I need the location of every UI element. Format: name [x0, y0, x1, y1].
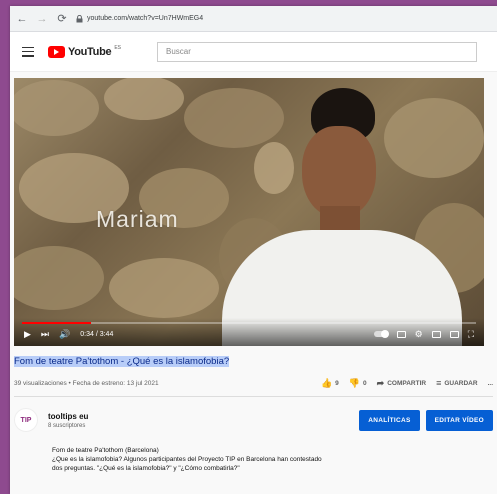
- share-arrow-icon: ➦: [376, 377, 385, 388]
- logo-region: ES: [114, 44, 121, 51]
- channel-info: tooltips eu 8 suscriptores: [48, 412, 88, 429]
- channel-avatar[interactable]: TIP: [14, 408, 38, 432]
- play-icon[interactable]: ▶: [24, 329, 31, 339]
- like-button[interactable]: 👍 9: [321, 378, 339, 389]
- play-logo-icon: [48, 45, 65, 58]
- analytics-button[interactable]: ANALÍTICAS: [359, 409, 420, 431]
- channel-name[interactable]: tooltips eu: [48, 412, 88, 421]
- miniplayer-icon[interactable]: [431, 330, 441, 338]
- save-button[interactable]: ≡ GUARDAR: [436, 378, 478, 388]
- back-icon[interactable]: ←: [16, 13, 28, 25]
- next-icon[interactable]: ⏭: [41, 329, 49, 339]
- video-player[interactable]: Mariam ▶ ⏭ 🔊 0:34 / 3:44 ⚙ ⛶: [14, 78, 484, 346]
- youtube-header: YouTube ES Buscar: [10, 32, 497, 72]
- settings-gear-icon[interactable]: ⚙: [415, 329, 423, 339]
- menu-icon[interactable]: [22, 46, 34, 57]
- save-label: GUARDAR: [444, 379, 478, 387]
- video-actions: 👍 9 👎 0 ➦ COMPARTIR ≡ GUARDAR ...: [321, 378, 493, 389]
- controls-right: ⚙ ⛶: [373, 329, 474, 339]
- video-title: Fom de teatre Pa'tothom - ¿Qué es la isl…: [14, 356, 230, 367]
- address-bar[interactable]: youtube.com/watch?v=Un7HWmEG4: [76, 10, 491, 28]
- channel-logo-text: TIP: [20, 416, 32, 424]
- subtitles-icon[interactable]: [396, 330, 406, 338]
- thumbs-down-icon: 👎: [348, 377, 361, 388]
- dislike-count: 0: [363, 379, 367, 387]
- share-button[interactable]: ➦ COMPARTIR: [377, 378, 426, 389]
- description-line: dos preguntas. "¿Qué es la islamofobia?"…: [52, 465, 240, 472]
- like-count: 9: [335, 379, 339, 387]
- edit-video-button[interactable]: EDITAR VÍDEO: [425, 409, 493, 431]
- description-line: Fom de teatre Pa'tothom (Barcelona): [52, 447, 159, 454]
- forward-icon[interactable]: →: [36, 13, 48, 25]
- logo-text: YouTube: [68, 45, 112, 58]
- autoplay-toggle-icon[interactable]: [373, 330, 389, 338]
- fullscreen-icon[interactable]: ⛶: [468, 329, 474, 339]
- description-line: ¿Que es la islamofobia? Algunos particip…: [52, 456, 322, 463]
- view-count-date: 39 visualizaciones • Fecha de estreno: 1…: [14, 379, 159, 387]
- player-controls: ▶ ⏭ 🔊 0:34 / 3:44 ⚙ ⛶: [14, 318, 484, 346]
- video-meta-row: 39 visualizaciones • Fecha de estreno: 1…: [14, 376, 493, 390]
- progress-bar[interactable]: [22, 322, 476, 324]
- channel-row: TIP tooltips eu 8 suscriptores ANALÍTICA…: [14, 405, 493, 435]
- channel-buttons: ANALÍTICAS EDITAR VÍDEO: [359, 409, 493, 431]
- more-actions-button[interactable]: ...: [488, 380, 493, 387]
- search-input[interactable]: Buscar: [157, 41, 477, 62]
- subscriber-count: 8 suscriptores: [48, 422, 86, 429]
- thumbs-up-icon: 👍: [320, 377, 333, 388]
- volume-icon[interactable]: 🔊: [59, 329, 70, 339]
- video-description: Fom de teatre Pa'tothom (Barcelona) ¿Que…: [52, 446, 477, 473]
- video-overlay-name: Mariam: [96, 206, 179, 232]
- theater-mode-icon[interactable]: [449, 330, 459, 338]
- lock-icon: [76, 14, 83, 23]
- browser-toolbar: ← → ⟳ youtube.com/watch?v=Un7HWmEG4: [10, 6, 497, 32]
- url-text: youtube.com/watch?v=Un7HWmEG4: [87, 15, 204, 22]
- person-face: [302, 126, 376, 218]
- controls-row: ▶ ⏭ 🔊 0:34 / 3:44 ⚙ ⛶: [24, 327, 474, 341]
- reload-icon[interactable]: ⟳: [56, 13, 68, 25]
- playlist-add-icon: ≡: [436, 378, 442, 388]
- divider: [14, 396, 493, 397]
- dislike-button[interactable]: 👎 0: [349, 378, 367, 389]
- youtube-logo[interactable]: YouTube ES: [48, 44, 121, 58]
- share-label: COMPARTIR: [387, 379, 427, 387]
- progress-fill: [22, 322, 91, 324]
- time-display: 0:34 / 3:44: [80, 330, 114, 338]
